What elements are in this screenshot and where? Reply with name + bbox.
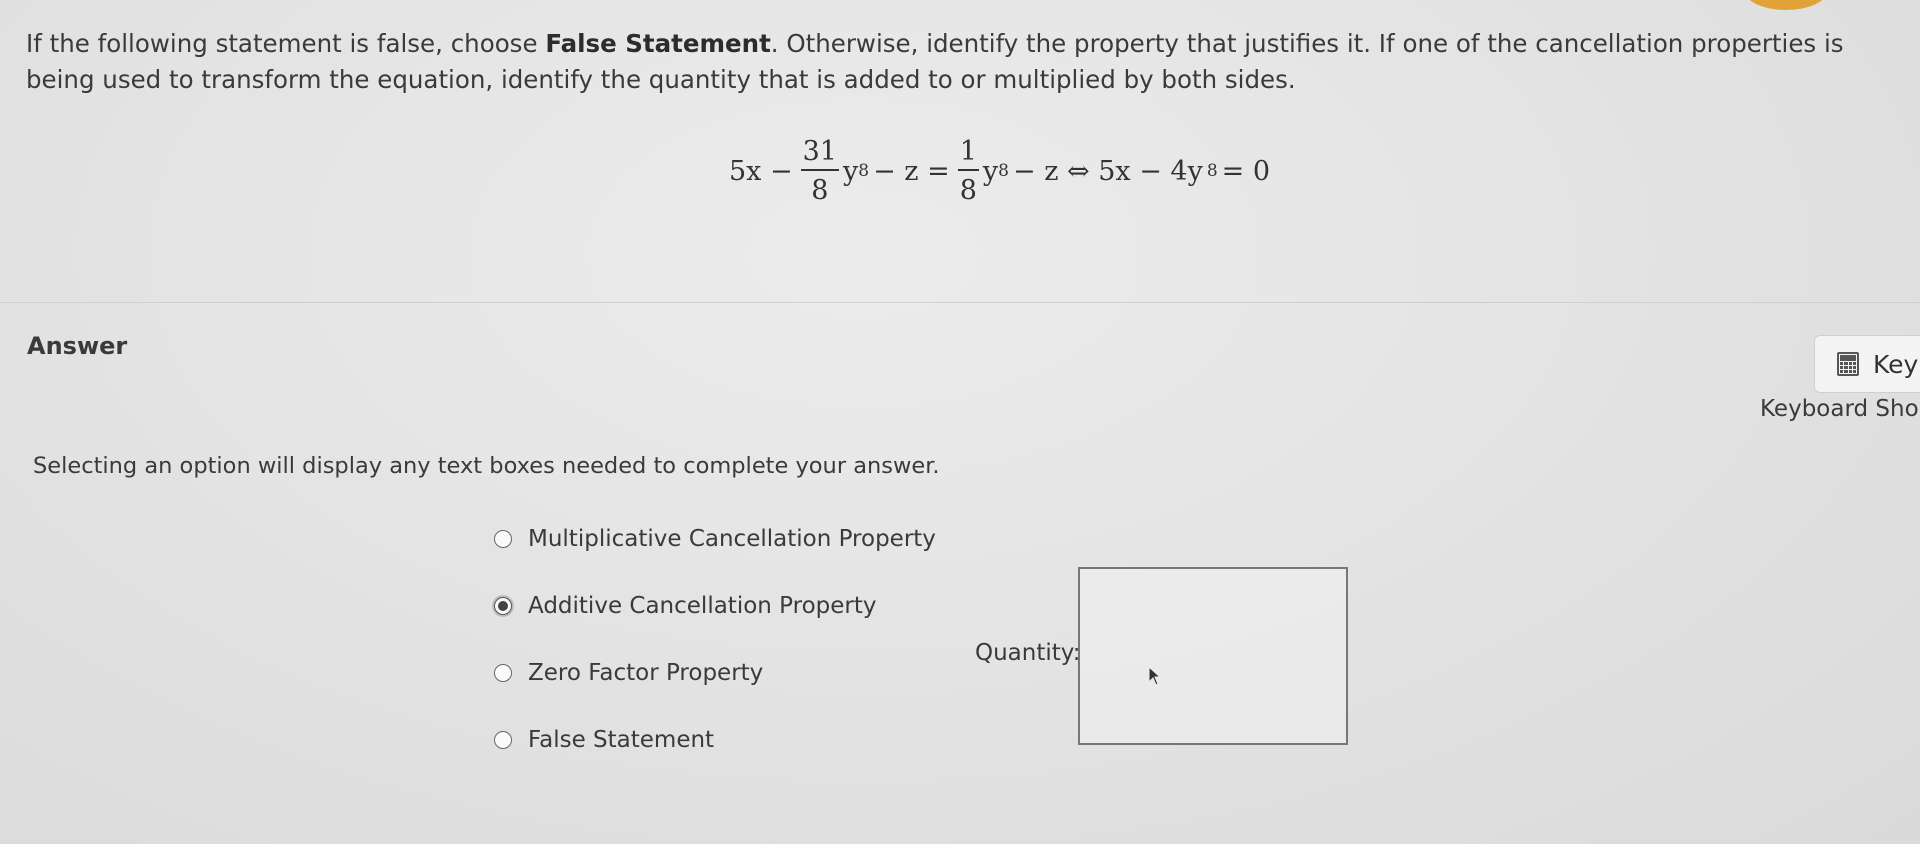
answer-heading: Answer: [27, 332, 128, 360]
quantity-input[interactable]: [1078, 567, 1348, 745]
option-label: Zero Factor Property: [528, 660, 764, 686]
option-false-statement[interactable]: False Statement: [494, 727, 714, 753]
quantity-label: Quantity:: [975, 640, 1081, 666]
question-text: If the following statement is false, cho…: [26, 26, 1886, 98]
mouse-pointer-icon: [1148, 666, 1162, 686]
fraction-1-8: 1 8: [957, 138, 979, 206]
exponent: 8: [998, 161, 1009, 181]
variable-y: y: [982, 155, 999, 187]
fraction-numerator: 1: [957, 138, 979, 171]
calculator-icon: [1837, 352, 1859, 376]
exponent: 8: [1206, 161, 1218, 181]
fraction-31-8: 31 8: [800, 138, 839, 206]
radio-icon[interactable]: [494, 597, 512, 615]
keypad-label: Key: [1873, 349, 1919, 379]
radio-icon[interactable]: [494, 664, 512, 682]
option-label: Multiplicative Cancellation Property: [528, 526, 936, 552]
question-text-start: If the following statement is false, cho…: [26, 29, 546, 58]
keyboard-shortcuts-link[interactable]: Keyboard Sho: [1760, 396, 1919, 422]
equation-lhs-end: − z =: [873, 155, 950, 187]
equation-rhs-end: = 0: [1221, 155, 1271, 187]
variable-y: y: [842, 155, 859, 187]
option-zero-factor[interactable]: Zero Factor Property: [494, 660, 763, 686]
fraction-numerator: 31: [800, 138, 839, 171]
keypad-button[interactable]: Key: [1814, 335, 1920, 393]
section-divider: [0, 302, 1920, 303]
radio-icon[interactable]: [494, 530, 512, 548]
radio-icon[interactable]: [494, 731, 512, 749]
fraction-denominator: 8: [811, 175, 829, 206]
option-additive-cancellation[interactable]: Additive Cancellation Property: [494, 593, 877, 619]
equation: 5x − 31 8 y8 − z = 1 8 y8 − z ⇔ 5x − 4y 8…: [725, 138, 1274, 204]
instruction-text: Selecting an option will display any tex…: [33, 453, 940, 479]
fraction-denominator: 8: [959, 175, 977, 206]
option-label: Additive Cancellation Property: [528, 593, 877, 619]
option-multiplicative-cancellation[interactable]: Multiplicative Cancellation Property: [494, 526, 936, 552]
equation-lhs-start: 5x −: [729, 155, 793, 187]
exponent: 8: [858, 161, 870, 181]
false-statement-emphasis: False Statement: [545, 29, 771, 58]
equation-rhs-middle: − z ⇔ 5x − 4y: [1013, 155, 1203, 187]
option-label: False Statement: [528, 727, 715, 753]
page-background: [0, 0, 1920, 844]
